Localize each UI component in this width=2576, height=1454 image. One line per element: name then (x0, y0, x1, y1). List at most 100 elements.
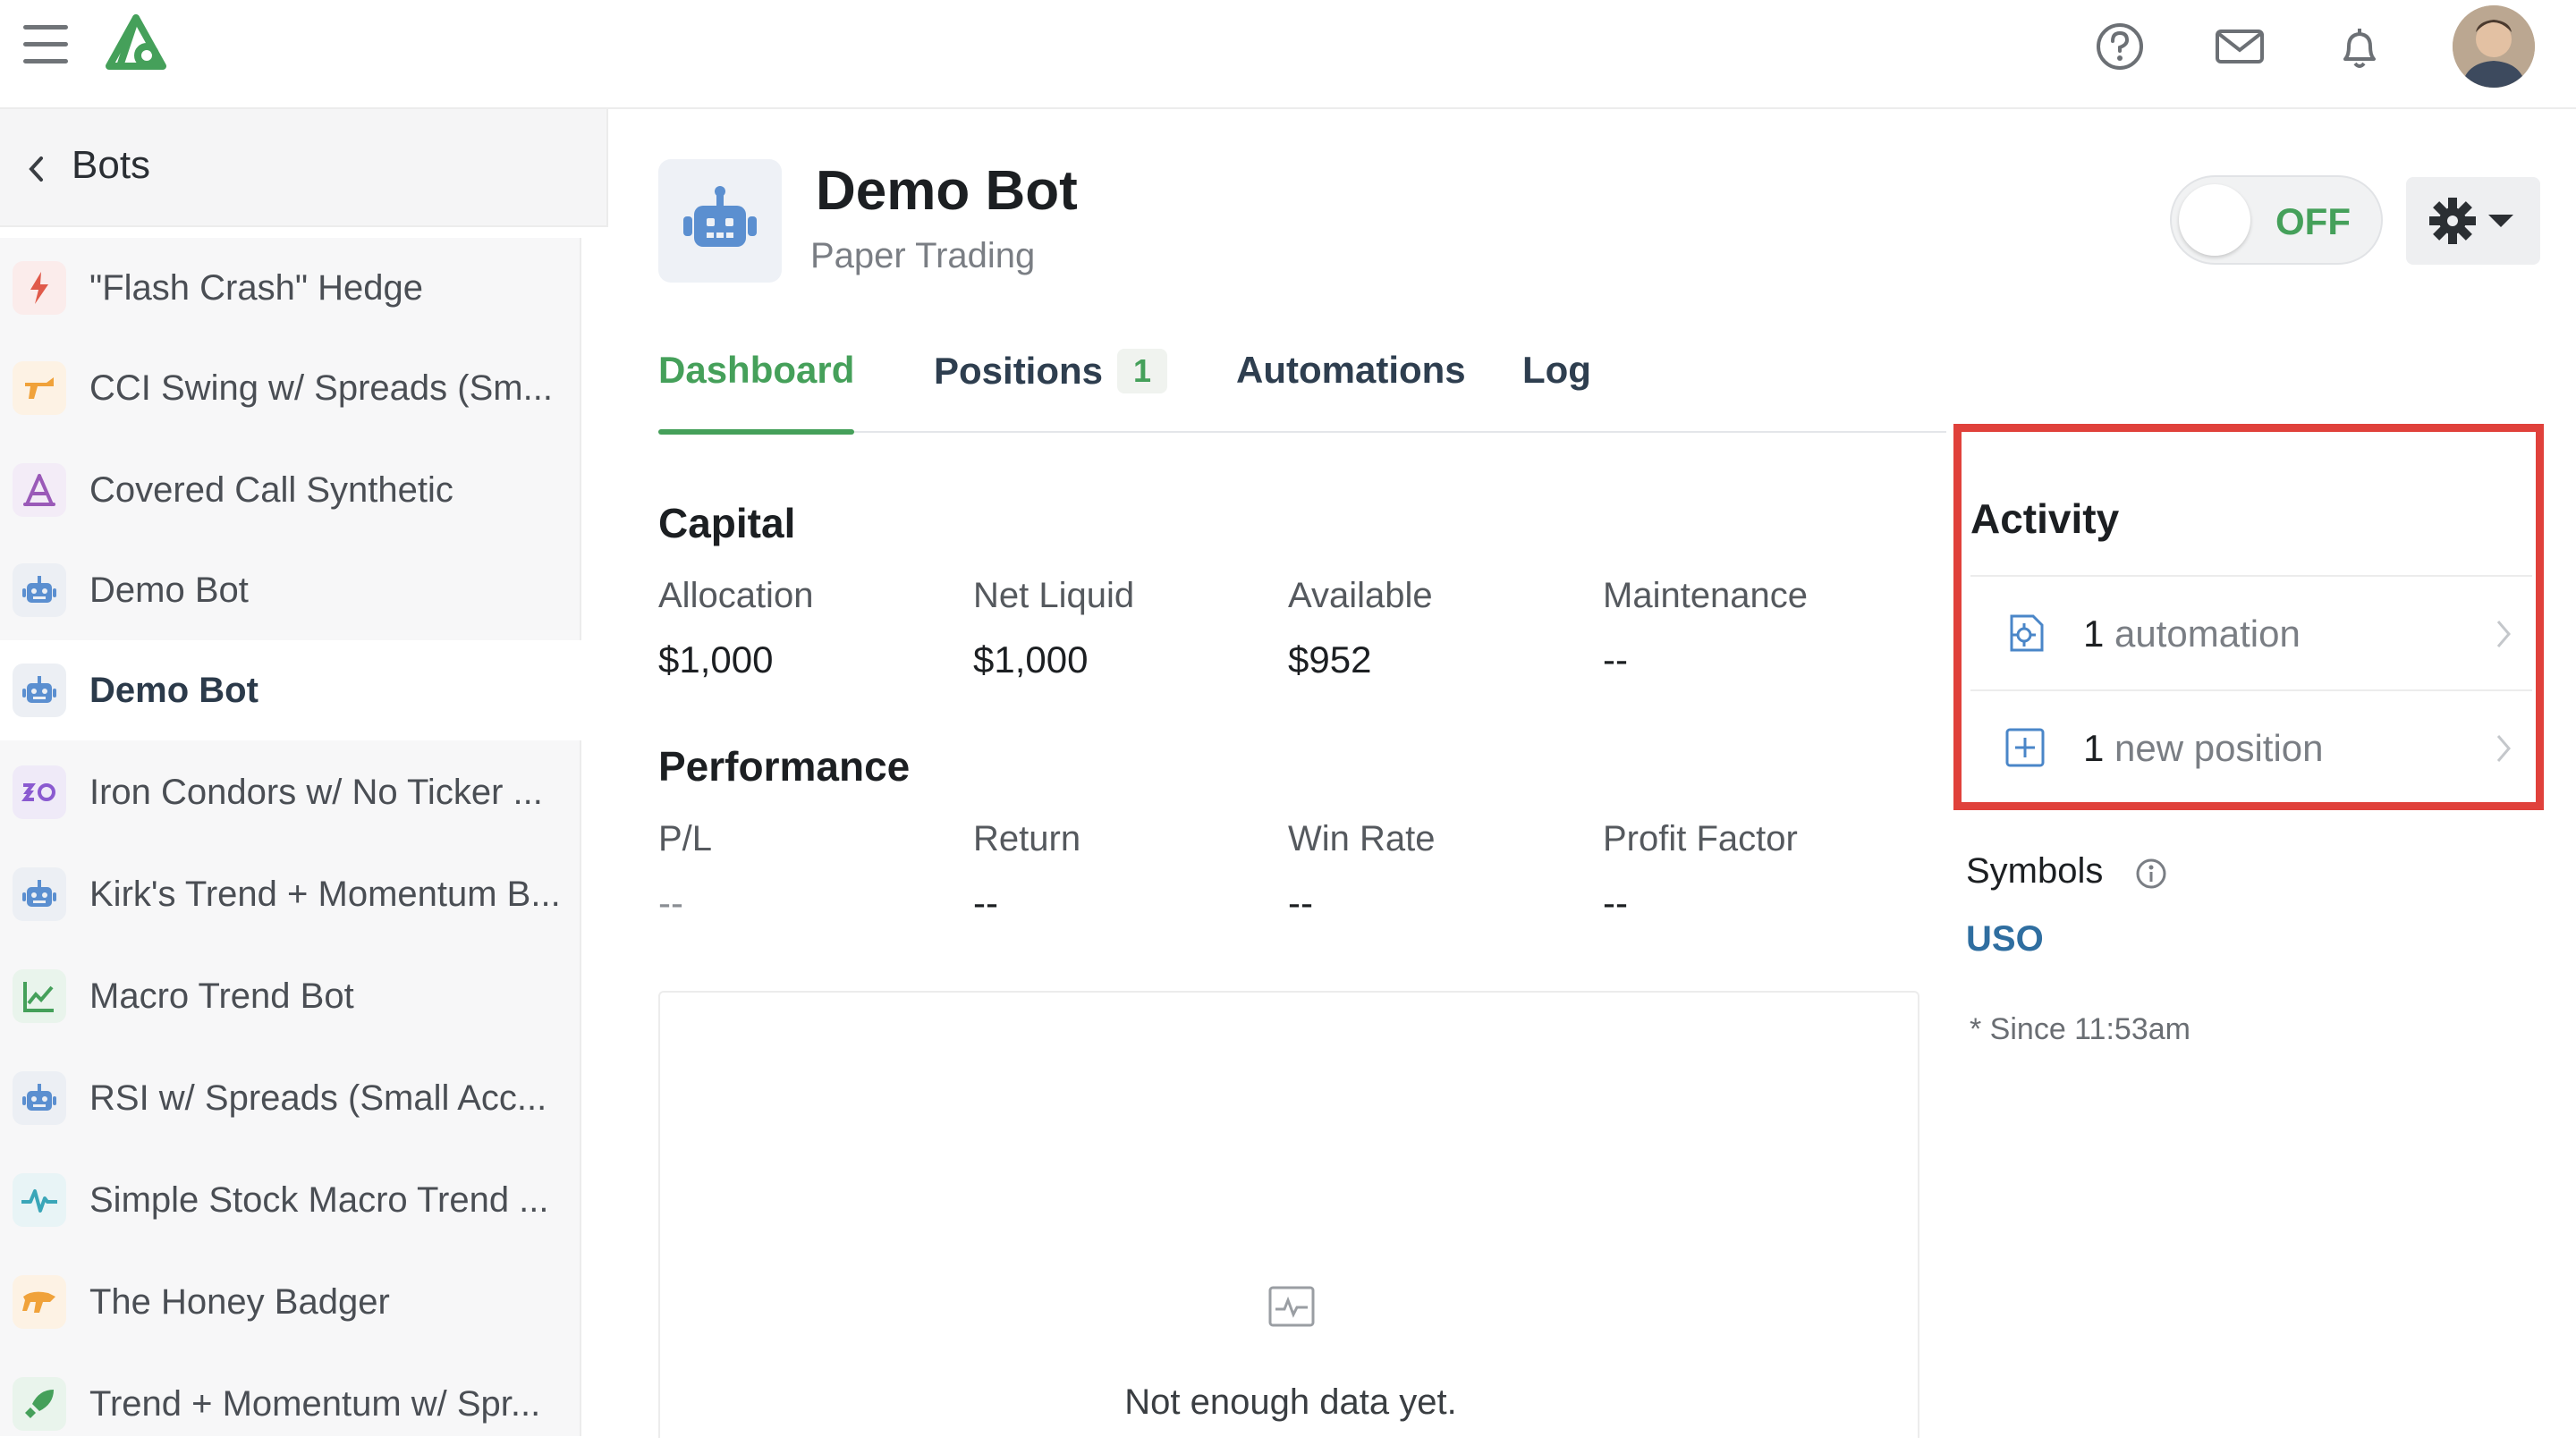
tab-automations[interactable]: Automations (1236, 342, 1466, 433)
gear-icon (2429, 198, 2476, 244)
stat-value: -- (658, 882, 683, 924)
activity-row-new-position[interactable]: 1 new position (1970, 689, 2532, 804)
stat-value: -- (1288, 882, 1313, 924)
tab-label: Dashboard (658, 349, 855, 391)
menu-icon[interactable] (23, 25, 68, 64)
since-note: * Since 11:53am (1970, 1012, 2190, 1046)
symbols-label: Symbols (1966, 851, 2104, 891)
robot-icon (13, 1071, 66, 1125)
tab-label: Log (1522, 349, 1591, 391)
trend-chart-icon (13, 969, 66, 1023)
page-title: Demo Bot (816, 160, 1078, 222)
bot-list-item-active[interactable]: Demo Bot (0, 640, 581, 740)
main-content: Demo Bot Paper Trading OFF Dashboard Pos… (608, 109, 2576, 1438)
stat-label: Maintenance (1603, 576, 1809, 615)
sidebar-header[interactable]: Bots (0, 109, 608, 227)
stat-value: -- (973, 882, 998, 924)
app-logo[interactable] (100, 11, 172, 75)
activity-panel: Activity 1 automation 1 new position (1953, 424, 2544, 810)
bot-list-item[interactable]: Demo Bot (0, 540, 581, 640)
stat-label: P/L (658, 819, 713, 858)
chevron-right-icon (2496, 735, 2511, 762)
activity-text: 1 automation (2083, 613, 2301, 655)
bot-list-label: Kirk's Trend + Momentum B... (89, 875, 561, 914)
plus-square-icon (2005, 728, 2045, 767)
bot-list-label: Demo Bot (89, 671, 258, 710)
robot-icon (658, 159, 782, 283)
bot-power-toggle[interactable]: OFF (2170, 175, 2383, 265)
bot-list-item[interactable]: "Flash Crash" Hedge (0, 238, 581, 338)
stat-label: Allocation (658, 576, 814, 615)
bot-list-item[interactable]: Macro Trend Bot (0, 946, 581, 1046)
bot-list-item[interactable]: CCI Swing w/ Spreads (Sm... (0, 338, 581, 438)
chevron-right-icon (2496, 621, 2511, 647)
bot-list-label: Simple Stock Macro Trend ... (89, 1180, 549, 1220)
bot-list-item[interactable]: Iron Condors w/ No Ticker ... (0, 742, 581, 842)
lightning-icon (13, 261, 66, 315)
bot-list-label: Trend + Momentum w/ Spr... (89, 1384, 541, 1424)
automation-gear-icon (2010, 614, 2044, 652)
tab-dashboard[interactable]: Dashboard (658, 342, 855, 435)
bot-subtitle: Paper Trading (810, 236, 1036, 275)
bot-list-label: Demo Bot (89, 571, 249, 610)
performance-chart-empty: Not enough data yet. (658, 991, 1919, 1438)
help-icon[interactable] (2093, 20, 2147, 73)
count-badge: 1 (1117, 349, 1168, 393)
toggle-label: OFF (2275, 200, 2351, 242)
settings-dropdown-button[interactable] (2406, 177, 2540, 265)
stat-label: Available (1288, 576, 1433, 615)
tab-log[interactable]: Log (1522, 342, 1591, 433)
stat-value: $1,000 (658, 638, 774, 681)
badger-icon (13, 1275, 66, 1329)
stat-value: -- (1603, 882, 1628, 924)
triangle-a-icon (13, 463, 66, 517)
pulse-icon (13, 1173, 66, 1227)
sidebar: Bots "Flash Crash" Hedge CCI Swing w/ Sp… (0, 109, 608, 1436)
robot-icon (13, 563, 66, 617)
capital-title: Capital (658, 500, 796, 546)
user-avatar[interactable] (2453, 5, 2535, 88)
activity-row-automation[interactable]: 1 automation (1970, 575, 2532, 689)
mail-icon[interactable] (2213, 20, 2267, 73)
stat-value: $1,000 (973, 638, 1089, 681)
chevron-left-icon[interactable] (27, 156, 45, 182)
stat-label: Win Rate (1288, 819, 1436, 858)
stat-value: $952 (1288, 638, 1372, 681)
tab-label: Automations (1236, 349, 1466, 391)
bot-list-item[interactable]: Trend + Momentum w/ Spr... (0, 1354, 581, 1454)
bot-list: "Flash Crash" Hedge CCI Swing w/ Spreads… (0, 238, 581, 1436)
bot-list-item[interactable]: Kirk's Trend + Momentum B... (0, 844, 581, 944)
activity-title: Activity (1970, 495, 2120, 542)
toggle-knob (2179, 184, 2250, 256)
info-icon[interactable] (2134, 857, 2168, 891)
bot-list-label: CCI Swing w/ Spreads (Sm... (89, 368, 553, 408)
bot-list-item[interactable]: The Honey Badger (0, 1252, 581, 1352)
bot-list-label: RSI w/ Spreads (Small Acc... (89, 1078, 547, 1118)
condor-icon (13, 765, 66, 819)
symbol-link-uso[interactable]: USO (1966, 919, 2044, 959)
tab-bar: Dashboard Positions 1 Automations Log (658, 342, 1946, 435)
stat-label: Return (973, 819, 1081, 858)
stat-label: Net Liquid (973, 576, 1135, 615)
tab-label: Positions (934, 350, 1104, 392)
bot-list-label: Macro Trend Bot (89, 976, 354, 1016)
performance-title: Performance (658, 743, 911, 790)
bot-list-item[interactable]: RSI w/ Spreads (Small Acc... (0, 1048, 581, 1148)
chart-placeholder-icon (1268, 1286, 1315, 1327)
sidebar-back-label[interactable]: Bots (72, 143, 150, 188)
bot-list-item[interactable]: Covered Call Synthetic (0, 440, 581, 540)
activity-text: 1 new position (2083, 727, 2324, 769)
stat-value: -- (1603, 638, 1628, 681)
tab-positions[interactable]: Positions 1 (934, 342, 1168, 433)
bot-list-label: "Flash Crash" Hedge (89, 268, 424, 308)
top-bar (0, 0, 2576, 109)
robot-icon (13, 664, 66, 717)
bot-list-label: Covered Call Synthetic (89, 470, 453, 510)
bot-list-item[interactable]: Simple Stock Macro Trend ... (0, 1150, 581, 1250)
bot-list-label: The Honey Badger (89, 1282, 390, 1322)
bell-icon[interactable] (2333, 20, 2386, 73)
robot-icon (13, 867, 66, 921)
empty-state-text: Not enough data yet. (1124, 1382, 1457, 1422)
chevron-down-icon (2488, 215, 2513, 227)
rocket-icon (13, 1377, 66, 1431)
